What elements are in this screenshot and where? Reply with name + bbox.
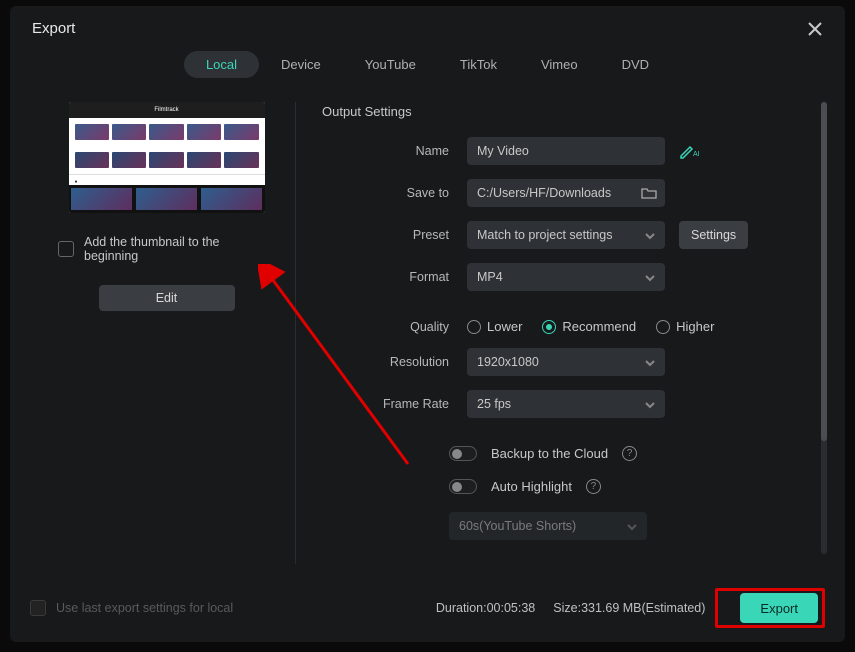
tab-youtube[interactable]: YouTube — [343, 51, 438, 78]
modal-title: Export — [32, 20, 75, 37]
preset-select[interactable]: Match to project settings — [467, 221, 665, 249]
thumbnail-checkbox-row: Add the thumbnail to the beginning — [56, 235, 277, 263]
modal-footer: Use last export settings for local Durat… — [10, 574, 845, 642]
preset-label: Preset — [322, 228, 467, 242]
folder-icon[interactable] — [641, 185, 657, 201]
help-icon[interactable]: ? — [586, 479, 601, 494]
ai-edit-icon[interactable]: AI — [679, 143, 699, 159]
highlight-preset-select: 60s(YouTube Shorts) — [449, 512, 647, 540]
chevron-down-icon — [645, 357, 655, 367]
export-highlight-annotation: Export — [715, 588, 825, 628]
chevron-down-icon — [627, 521, 637, 531]
format-select[interactable]: MP4 — [467, 263, 665, 291]
highlight-toggle[interactable] — [449, 479, 477, 494]
quality-lower[interactable]: Lower — [467, 319, 522, 334]
highlight-label: Auto Highlight — [491, 479, 572, 494]
footer-info: Duration:00:05:38 Size:331.69 MB(Estimat… — [436, 601, 706, 615]
close-icon[interactable] — [807, 21, 823, 37]
resolution-select[interactable]: 1920x1080 — [467, 348, 665, 376]
resolution-label: Resolution — [322, 355, 467, 369]
use-last-checkbox[interactable] — [30, 600, 46, 616]
export-button[interactable]: Export — [740, 593, 818, 623]
edit-button[interactable]: Edit — [99, 285, 235, 311]
tab-vimeo[interactable]: Vimeo — [519, 51, 600, 78]
tab-tiktok[interactable]: TikTok — [438, 51, 519, 78]
thumbnail-preview[interactable]: Filmtrack ● — [69, 102, 265, 213]
scrollbar[interactable] — [821, 102, 827, 554]
save-to-label: Save to — [322, 186, 467, 200]
quality-higher[interactable]: Higher — [656, 319, 714, 334]
right-panel: Output Settings Name AI Save to Prese — [296, 92, 825, 574]
quality-label: Quality — [322, 320, 467, 334]
quality-radios: Lower Recommend Higher — [467, 319, 714, 334]
chevron-down-icon — [645, 272, 655, 282]
tab-dvd[interactable]: DVD — [600, 51, 671, 78]
backup-toggle[interactable] — [449, 446, 477, 461]
thumbnail-checkbox[interactable] — [58, 241, 74, 257]
name-label: Name — [322, 144, 467, 158]
use-last-label: Use last export settings for local — [56, 601, 233, 615]
chevron-down-icon — [645, 230, 655, 240]
chevron-down-icon — [645, 399, 655, 409]
modal-body: Filmtrack ● Add the thumbnail to the beg… — [10, 92, 845, 574]
modal-header: Export — [10, 6, 845, 47]
backup-label: Backup to the Cloud — [491, 446, 608, 461]
name-input[interactable] — [467, 137, 665, 165]
tab-local[interactable]: Local — [184, 51, 259, 78]
save-to-input[interactable] — [467, 179, 665, 207]
framerate-label: Frame Rate — [322, 397, 467, 411]
svg-text:AI: AI — [693, 151, 699, 158]
export-tabs: Local Device YouTube TikTok Vimeo DVD — [10, 47, 845, 92]
left-panel: Filmtrack ● Add the thumbnail to the beg… — [30, 92, 295, 574]
format-label: Format — [322, 270, 467, 284]
quality-recommend[interactable]: Recommend — [542, 319, 636, 334]
framerate-select[interactable]: 25 fps — [467, 390, 665, 418]
help-icon[interactable]: ? — [622, 446, 637, 461]
thumbnail-checkbox-label: Add the thumbnail to the beginning — [84, 235, 277, 263]
export-modal: Export Local Device YouTube TikTok Vimeo… — [10, 6, 845, 642]
settings-button[interactable]: Settings — [679, 221, 748, 249]
output-settings-title: Output Settings — [322, 104, 815, 119]
scroll-thumb[interactable] — [821, 102, 827, 441]
tab-device[interactable]: Device — [259, 51, 343, 78]
